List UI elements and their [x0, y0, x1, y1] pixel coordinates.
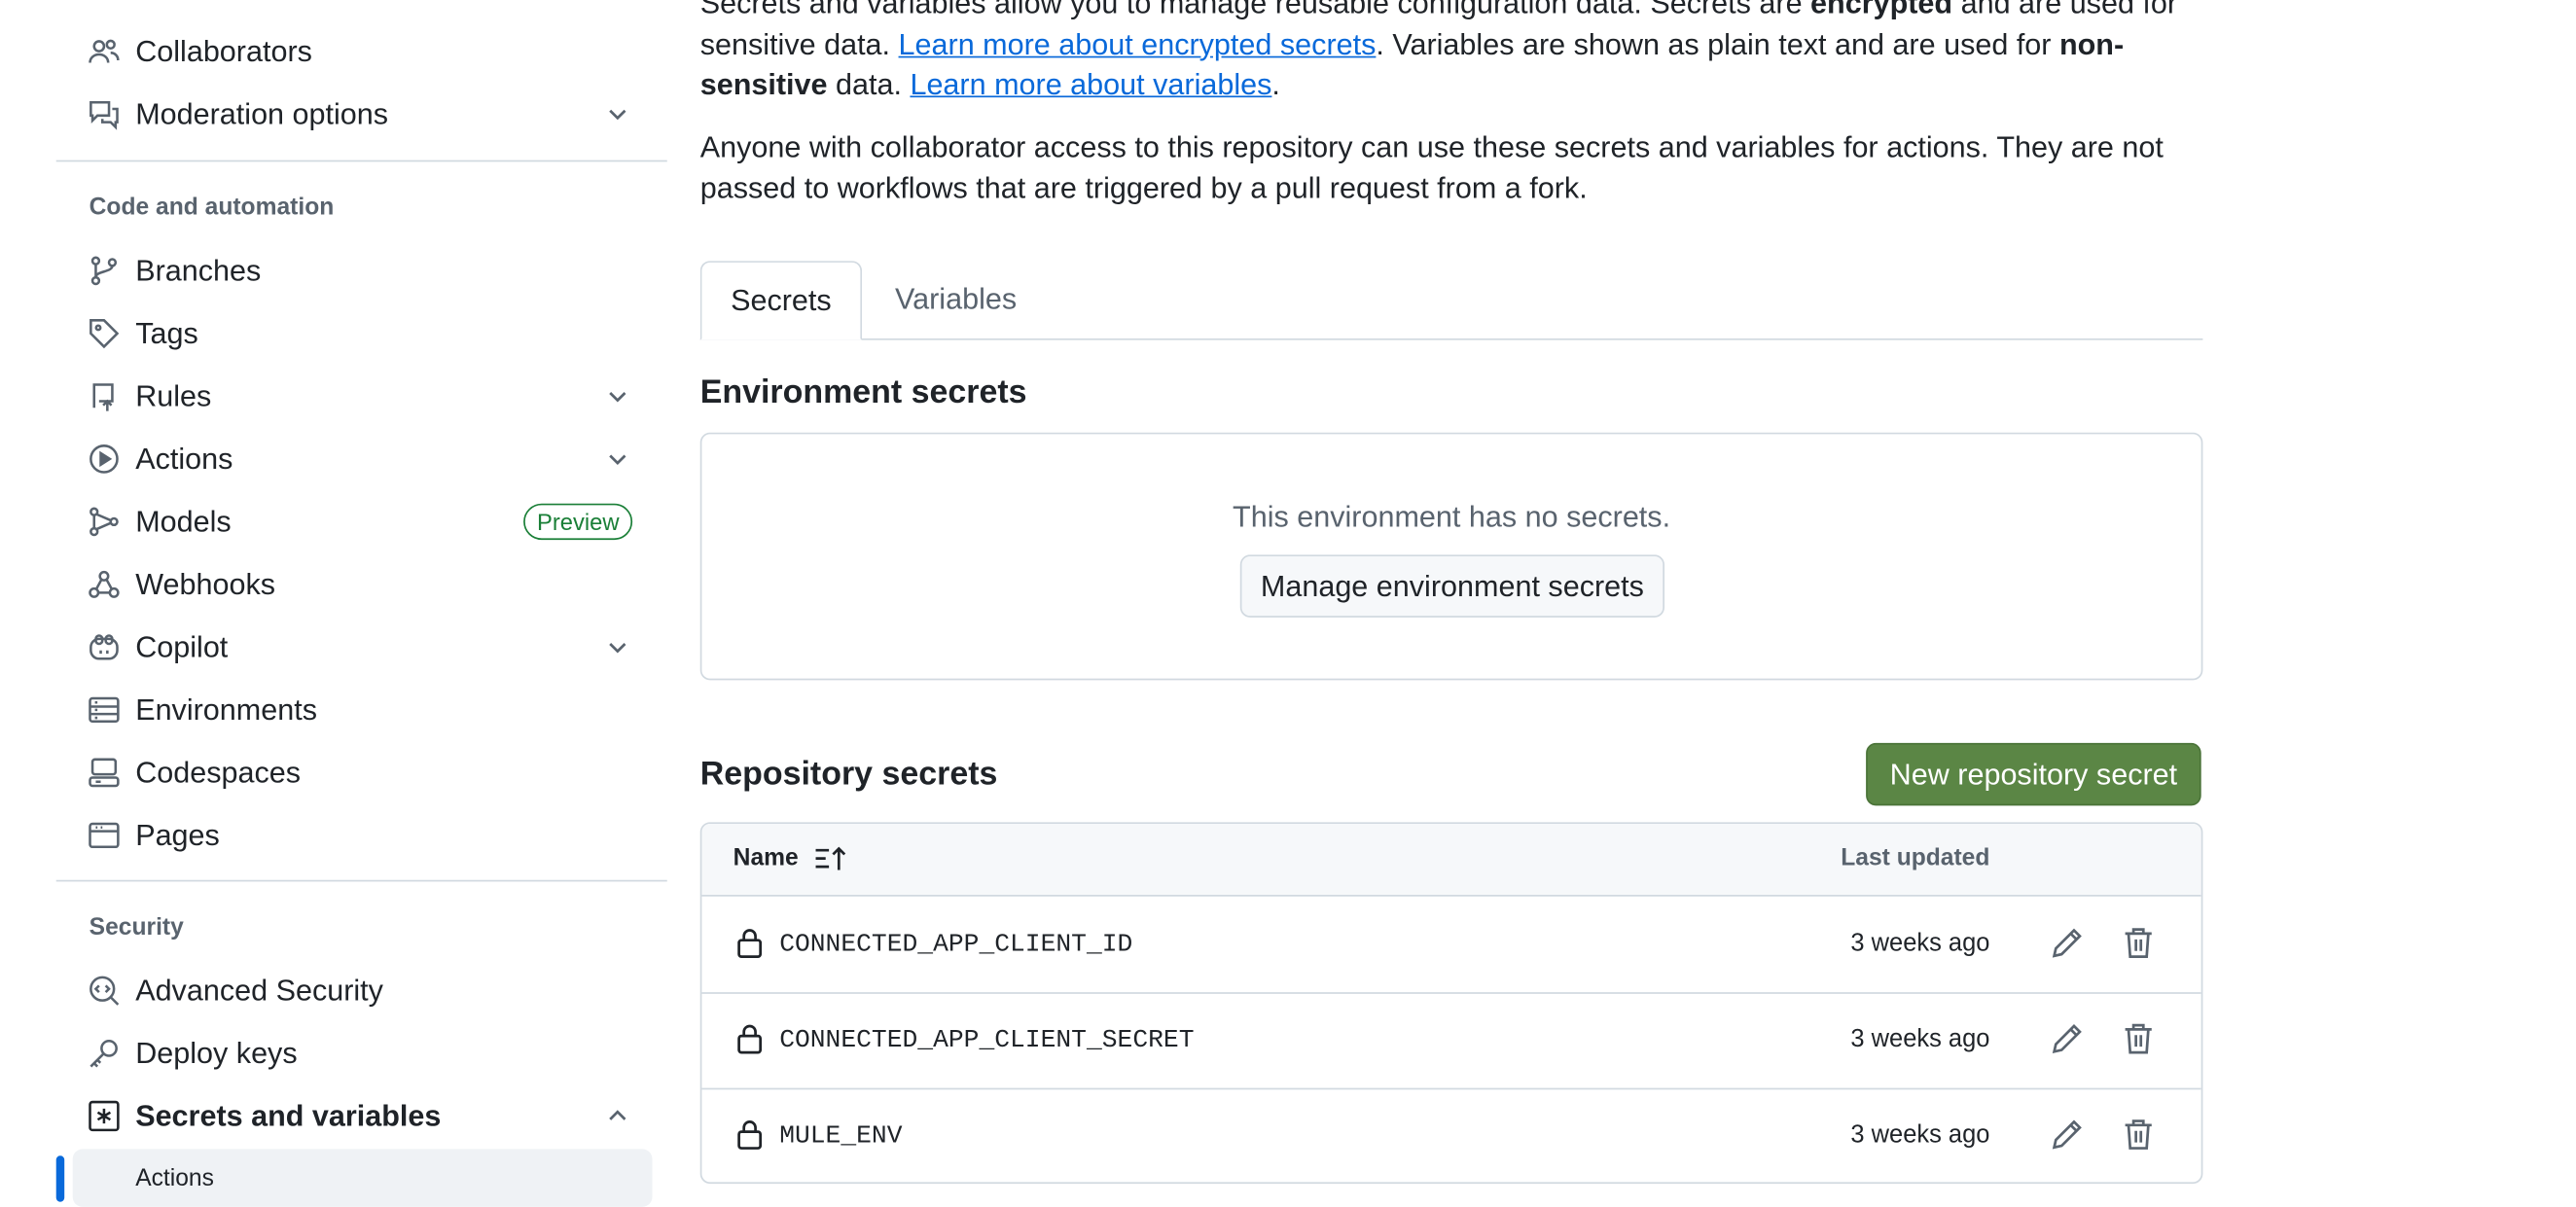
tab-variables[interactable]: Variables [895, 261, 1017, 337]
play-icon [88, 443, 121, 476]
lock-icon [733, 1022, 767, 1055]
server-icon [88, 693, 121, 727]
sidebar-item-label: Models [135, 504, 232, 538]
intro-text: . Variables are shown as plain text and … [1376, 27, 2059, 60]
copilot-icon [88, 630, 121, 663]
sidebar-item-label: Tags [135, 316, 198, 350]
trash-icon[interactable] [2121, 925, 2157, 961]
learn-more-variables-link[interactable]: Learn more about variables [910, 68, 1271, 101]
sidebar-subitem-actions[interactable]: Actions [72, 1149, 653, 1207]
sidebar-item-label: Moderation options [135, 96, 389, 130]
sidebar-item-label: Rules [135, 378, 212, 412]
empty-state-text: This environment has no secrets. [1233, 500, 1671, 534]
sidebar-item-webhooks[interactable]: Webhooks [56, 556, 653, 613]
models-icon [88, 505, 121, 538]
codescan-icon [88, 974, 121, 1007]
active-indicator [55, 1155, 65, 1202]
sidebar-divider [55, 160, 667, 162]
sidebar-item-label: Collaborators [135, 33, 312, 67]
browser-icon [88, 819, 121, 852]
sidebar-item-actions[interactable]: Actions [56, 431, 653, 487]
sidebar-item-advanced-security[interactable]: Advanced Security [56, 963, 653, 1019]
secret-last-updated: 3 weeks ago [1850, 1025, 1990, 1053]
environment-secrets-box: This environment has no secrets. Manage … [699, 432, 2203, 681]
chevron-down-icon [603, 444, 633, 475]
tab-bar: Secrets Variables [699, 261, 2203, 340]
table-header: Name Last updated [701, 824, 2201, 897]
environment-secrets-heading: Environment secrets [699, 374, 1027, 411]
intro-text: Secrets and variables allow you to manag… [699, 0, 1811, 20]
secret-name: CONNECTED_APP_CLIENT_SECRET [779, 1025, 1195, 1055]
sidebar-item-rules[interactable]: Rules [56, 369, 653, 425]
chevron-down-icon [603, 632, 633, 662]
section-heading-security: Security [89, 914, 184, 941]
intro-text: . [1271, 67, 1280, 101]
sidebar-item-label: Webhooks [135, 567, 275, 601]
sidebar-item-label: Copilot [135, 629, 229, 663]
sidebar-item-label: Deploy keys [135, 1036, 298, 1070]
chevron-down-icon [603, 99, 633, 129]
sidebar-item-label: Actions [135, 442, 233, 476]
sidebar-item-deploy-keys[interactable]: Deploy keys [56, 1025, 653, 1082]
sidebar-item-moderation-options[interactable]: Moderation options [56, 86, 653, 142]
lock-icon [733, 926, 767, 959]
sidebar-item-label: Secrets and variables [135, 1098, 442, 1132]
sidebar-divider [55, 879, 667, 882]
secret-last-updated: 3 weeks ago [1850, 1120, 1990, 1150]
sort-ascending-icon[interactable] [814, 843, 847, 873]
learn-more-secrets-link[interactable]: Learn more about encrypted secrets [899, 27, 1377, 60]
secrets-table: Name Last updated CONNECTED_APP_CLIENT_I… [699, 822, 2203, 1185]
pencil-icon[interactable] [2050, 925, 2086, 961]
tag-icon [88, 317, 121, 350]
tab-secrets[interactable]: Secrets [699, 261, 863, 340]
column-header-last-updated: Last updated [1841, 845, 1990, 872]
manage-environment-secrets-button[interactable]: Manage environment secrets [1239, 554, 1665, 618]
sidebar-item-label: Environments [135, 692, 318, 727]
codespaces-icon [88, 756, 121, 789]
access-note-paragraph: Anyone with collaborator access to this … [699, 130, 2164, 204]
column-header-name: Name [733, 845, 799, 872]
sidebar-item-branches[interactable]: Branches [56, 243, 653, 300]
chevron-up-icon [603, 1101, 633, 1131]
secret-last-updated: 3 weeks ago [1850, 929, 1990, 958]
sidebar-item-collaborators[interactable]: Collaborators [56, 23, 653, 80]
git-branch-icon [88, 254, 121, 287]
table-row: CONNECTED_APP_CLIENT_ID 3 weeks ago [701, 897, 2201, 994]
key-icon [88, 1037, 121, 1070]
sidebar-item-codespaces[interactable]: Codespaces [56, 745, 653, 801]
pencil-icon[interactable] [2050, 1020, 2086, 1056]
sidebar-item-pages[interactable]: Pages [56, 807, 653, 864]
sidebar-subitem-label: Actions [135, 1164, 214, 1191]
lock-icon [733, 1118, 767, 1151]
trash-icon[interactable] [2121, 1020, 2157, 1056]
sidebar-item-label: Pages [135, 818, 220, 852]
sidebar-item-models[interactable]: Models Preview [56, 494, 653, 550]
preview-badge: Preview [523, 503, 633, 541]
comment-discussion-icon [88, 97, 121, 130]
section-heading-code-automation: Code and automation [89, 195, 335, 222]
intro-text: data. [827, 67, 911, 101]
sidebar-item-label: Codespaces [135, 755, 302, 789]
table-row: MULE_ENV 3 weeks ago [701, 1088, 2200, 1183]
people-icon [88, 35, 121, 68]
webhook-icon [88, 568, 121, 601]
secret-name: CONNECTED_APP_CLIENT_ID [779, 929, 1133, 960]
intro-bold-encrypted: encrypted [1810, 0, 1953, 20]
chevron-down-icon [603, 381, 633, 411]
sidebar-item-label: Branches [135, 253, 262, 287]
sidebar-item-secrets-and-variables[interactable]: Secrets and variables [56, 1088, 653, 1145]
trash-icon[interactable] [2121, 1116, 2157, 1152]
sidebar-item-copilot[interactable]: Copilot [56, 620, 653, 676]
sidebar-item-environments[interactable]: Environments [56, 682, 653, 738]
intro-paragraph: Secrets and variables allow you to manag… [700, 0, 2187, 105]
repo-push-icon [88, 379, 121, 412]
secret-name: MULE_ENV [779, 1120, 903, 1152]
sidebar-item-tags[interactable]: Tags [56, 305, 653, 362]
pencil-icon[interactable] [2050, 1116, 2086, 1152]
sidebar-item-label: Advanced Security [135, 973, 383, 1007]
table-row: CONNECTED_APP_CLIENT_SECRET 3 weeks ago [701, 992, 2201, 1090]
key-asterisk-icon [88, 1099, 121, 1132]
new-repository-secret-button[interactable]: New repository secret [1866, 742, 2201, 806]
repository-secrets-heading: Repository secrets [699, 756, 998, 793]
